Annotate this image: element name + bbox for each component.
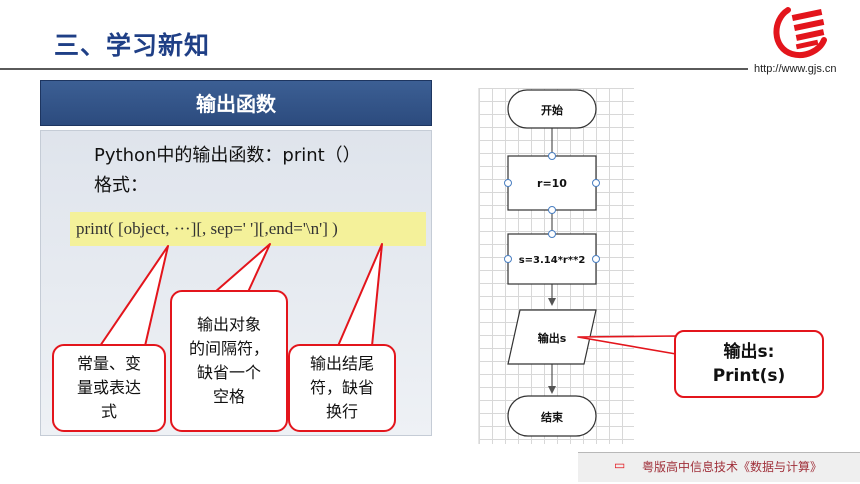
note-sep-line: 空格: [212, 387, 245, 406]
connection-handle-icon: [592, 179, 600, 187]
flow-process-s-label: s=3.14*r**2: [519, 255, 586, 266]
arrow-head-icon: [548, 298, 556, 306]
callout-line1: 输出s:: [723, 342, 775, 362]
connection-handle-icon: [504, 255, 512, 263]
note-end-line: 输出结尾: [309, 354, 374, 373]
flow-start-label: 开始: [541, 103, 563, 117]
note-end-line: 换行: [325, 402, 358, 421]
note-object-line: 式: [100, 402, 117, 421]
footer-text: 粤版高中信息技术《数据与计算》: [642, 460, 823, 474]
function-description: Python中的输出函数：print（）: [94, 145, 361, 166]
note-end-line: 符，缺省: [309, 378, 374, 397]
note-end: 输出结尾 符，缺省 换行: [288, 344, 396, 432]
print-syntax: print( [object, ···][, sep=' '][,end='\n…: [70, 212, 426, 246]
gjs-logo-icon: [773, 7, 827, 58]
note-sep: 输出对象 的间隔符， 缺省一个 空格: [170, 290, 288, 432]
note-object: 常量、变 量或表达 式: [52, 344, 166, 432]
connection-handle-icon: [592, 255, 600, 263]
book-icon: ▭: [614, 458, 626, 472]
section-banner: 输出函数: [40, 80, 432, 126]
note-sep-line: 缺省一个: [196, 363, 261, 382]
output-callout: 输出s: Print(s): [674, 330, 824, 398]
page-title: 三、学习新知: [54, 31, 211, 60]
flow-end-label: 结束: [540, 410, 564, 424]
note-sep-line: 的间隔符，: [188, 339, 269, 358]
connection-handle-icon: [548, 152, 556, 160]
format-label: 格式：: [94, 175, 148, 196]
callout-line2: Print(s): [712, 366, 786, 386]
connection-handle-icon: [548, 206, 556, 214]
callout-pointer: [577, 335, 677, 355]
note-sep-line: 输出对象: [196, 315, 261, 334]
connection-handle-icon: [504, 179, 512, 187]
connection-handle-icon: [548, 230, 556, 238]
flow-output-label: 输出s: [538, 331, 567, 345]
arrow-head-icon: [548, 386, 556, 394]
note-object-line: 量或表达: [76, 378, 141, 397]
site-url[interactable]: http://www.gjs.cn: [754, 63, 837, 75]
header-divider: [0, 68, 748, 70]
flow-process-r-label: r=10: [537, 177, 567, 190]
note-object-line: 常量、变: [76, 354, 141, 373]
